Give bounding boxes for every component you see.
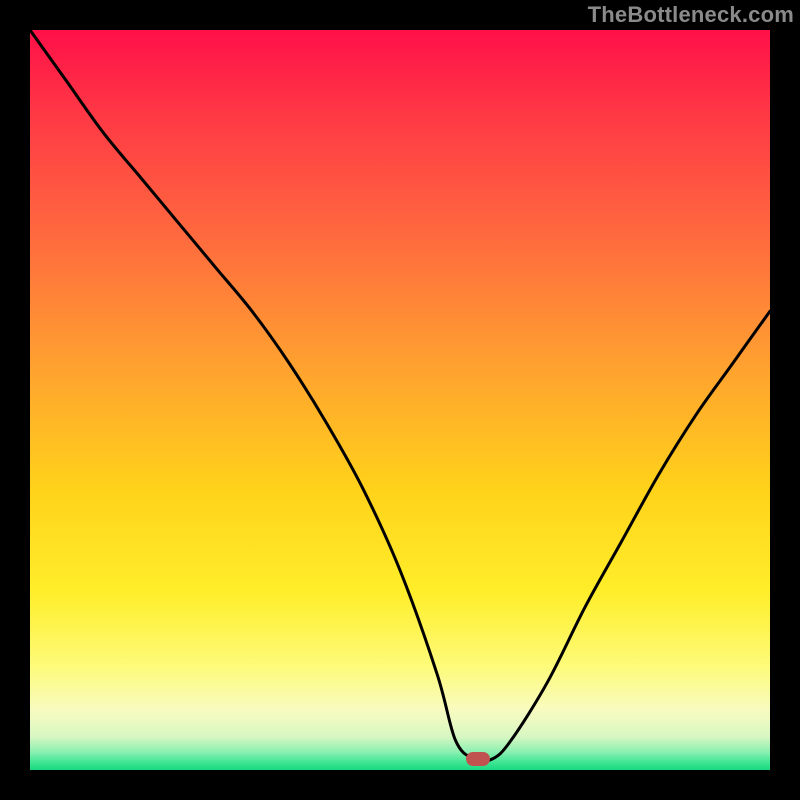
watermark-text: TheBottleneck.com xyxy=(588,2,794,28)
gradient-background xyxy=(30,30,770,770)
optimal-marker xyxy=(466,752,490,766)
plot-area xyxy=(30,30,770,770)
chart-frame: TheBottleneck.com xyxy=(0,0,800,800)
